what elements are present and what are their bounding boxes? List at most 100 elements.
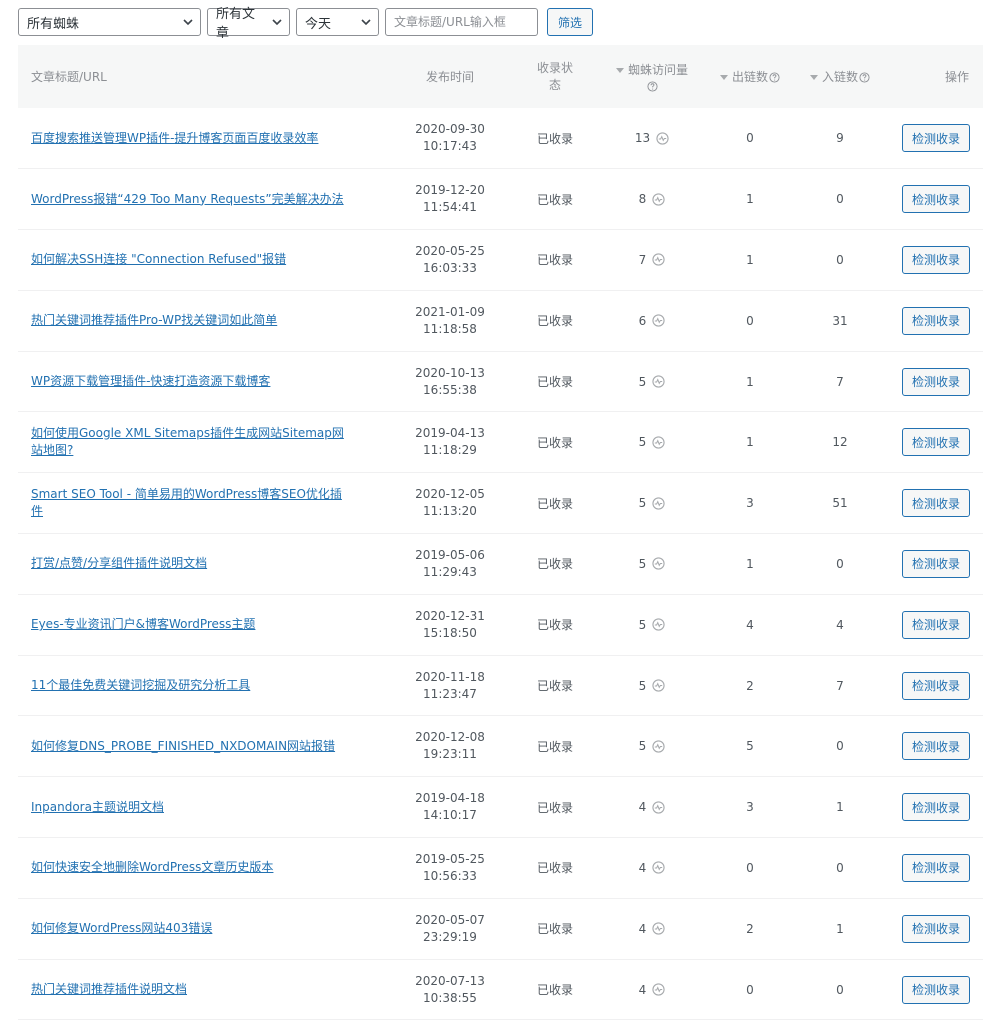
pulse-icon[interactable] xyxy=(652,193,665,206)
visit-count: 4 xyxy=(638,860,647,875)
cell-title: 如何修复WordPress网站403错误 xyxy=(18,898,390,959)
post-title-link[interactable]: WordPress报错“429 Too Many Requests”完美解决办法 xyxy=(31,192,344,206)
pulse-icon[interactable] xyxy=(652,922,665,935)
cell-outlinks: 1 xyxy=(746,374,754,389)
post-title-link[interactable]: 热门关键词推荐插件说明文档 xyxy=(31,982,187,996)
table-row: 热门关键词推荐插件Pro-WP找关键词如此简单 2021-01-09 11:18:5… xyxy=(18,290,983,352)
header-outlinks-label: 出链数 xyxy=(731,70,768,84)
table-row: 如何使用Google XML Sitemaps插件生成网站Sitemap网站地图… xyxy=(18,412,983,473)
posts-select[interactable]: 所有文章 xyxy=(207,7,290,41)
check-index-button[interactable]: 检测收录 xyxy=(902,793,970,822)
check-index-button[interactable]: 检测收录 xyxy=(902,306,970,335)
cell-inlinks: 51 xyxy=(832,496,848,511)
pulse-icon[interactable] xyxy=(652,314,665,327)
pulse-icon[interactable] xyxy=(652,375,665,388)
check-index-button[interactable]: 检测收录 xyxy=(902,428,970,457)
cell-index-status: 已收录 xyxy=(536,496,573,511)
post-title-link[interactable]: Smart SEO Tool - 简单易用的WordPress博客SEO优化插件 xyxy=(31,487,342,518)
check-index-button[interactable]: 检测收录 xyxy=(902,185,970,214)
help-icon[interactable] xyxy=(647,80,658,92)
check-index-button[interactable]: 检测收录 xyxy=(902,671,970,700)
post-title-link[interactable]: 百度搜索推送管理WP插件-提升博客页面百度收录效率 xyxy=(31,131,318,145)
spider-select[interactable]: 所有蜘蛛 xyxy=(18,8,201,36)
pulse-icon[interactable] xyxy=(652,740,665,753)
pulse-icon[interactable] xyxy=(652,618,665,631)
cell-publish-time: 2020-10-13 16:55:38 xyxy=(390,351,510,412)
cell-title: Eyes-专业资讯门户&博客WordPress主题 xyxy=(18,594,390,655)
cell-actions: 检测收录 xyxy=(884,898,983,959)
table-row: WP资源下载管理插件-快速打造资源下载博客 2020-10-13 16:55:38 已… xyxy=(18,351,983,412)
cell-index-status: 已收录 xyxy=(536,983,573,998)
time-select[interactable]: 今天 xyxy=(296,8,379,36)
pulse-icon[interactable] xyxy=(652,983,665,996)
publish-date: 2020-09-30 xyxy=(415,122,485,137)
check-index-button[interactable]: 检测收录 xyxy=(902,367,970,396)
post-title-link[interactable]: 热门关键词推荐插件Pro-WP找关键词如此简单 xyxy=(31,313,277,327)
pulse-icon[interactable] xyxy=(652,861,665,875)
check-index-button[interactable]: 检测收录 xyxy=(902,489,970,518)
publish-date: 2019-05-06 xyxy=(415,547,485,562)
publish-time: 16:03:33 xyxy=(423,260,477,275)
pulse-icon[interactable] xyxy=(652,679,665,692)
cell-index-status: 已收录 xyxy=(536,739,573,754)
cell-inlinks: 0 xyxy=(836,860,844,875)
publish-date: 2019-04-18 xyxy=(415,791,485,806)
publish-time: 11:13:20 xyxy=(423,504,477,519)
header-spider-visits[interactable]: 蜘蛛访问量 xyxy=(600,45,704,108)
cell-publish-time: 2020-05-25 16:03:33 xyxy=(390,230,510,291)
help-icon[interactable] xyxy=(769,72,780,83)
cell-index-status: 已收录 xyxy=(536,618,573,633)
pulse-icon[interactable] xyxy=(656,132,669,145)
cell-inlinks: 7 xyxy=(836,678,844,693)
post-title-link[interactable]: 如何快速安全地删除WordPress文章历史版本 xyxy=(31,860,273,874)
cell-outlinks: 1 xyxy=(746,252,754,267)
pulse-icon[interactable] xyxy=(652,557,665,571)
check-index-button[interactable]: 检测收录 xyxy=(902,914,970,943)
publish-date: 2020-12-31 xyxy=(415,608,485,623)
pulse-icon[interactable] xyxy=(652,801,665,814)
check-index-button[interactable]: 检测收录 xyxy=(902,124,970,153)
cell-index-status: 已收录 xyxy=(536,314,573,329)
table-row: Eyes-专业资讯门户&博客WordPress主题 2020-12-31 15:18… xyxy=(18,594,983,656)
check-index-button[interactable]: 检测收录 xyxy=(902,975,970,1004)
check-index-button[interactable]: 检测收录 xyxy=(902,853,970,882)
search-input[interactable] xyxy=(385,8,538,36)
check-index-button[interactable]: 检测收录 xyxy=(902,732,970,761)
post-title-link[interactable]: Eyes-专业资讯门户&博客WordPress主题 xyxy=(31,617,255,631)
filter-button[interactable]: 筛选 xyxy=(547,8,594,36)
visit-count: 5 xyxy=(638,739,647,754)
cell-publish-time: 2020-07-13 10:38:55 xyxy=(390,959,510,1020)
table-row: Smart SEO Tool - 简单易用的WordPress博客SEO优化插件… xyxy=(18,473,983,534)
header-outlinks[interactable]: 出链数 xyxy=(704,45,796,108)
cell-outlinks: 2 xyxy=(746,921,754,936)
cell-spider-visits: 5 xyxy=(600,351,704,412)
cell-publish-time: 2019-05-06 11:29:43 xyxy=(390,534,510,595)
table-row: 如何快速安全地删除WordPress文章历史版本 2019-05-25 10:56:… xyxy=(18,838,983,899)
post-title-link[interactable]: 如何修复DNS_PROBE_FINISHED_NXDOMAIN网站报错 xyxy=(31,739,335,753)
publish-date: 2019-05-25 xyxy=(415,851,485,866)
post-title-link[interactable]: 如何使用Google XML Sitemaps插件生成网站Sitemap网站地图… xyxy=(31,426,344,457)
cell-spider-visits: 5 xyxy=(600,594,704,655)
post-title-link[interactable]: 11个最佳免费关键词挖掘及研究分析工具 xyxy=(31,678,250,692)
post-title-link[interactable]: 如何修复WordPress网站403错误 xyxy=(31,921,212,935)
cell-spider-visits: 5 xyxy=(600,716,704,777)
cell-index-status: 已收录 xyxy=(536,192,573,207)
post-title-link[interactable]: 打赏/点赞/分享组件插件说明文档 xyxy=(31,556,207,570)
post-title-link[interactable]: Inpandora主题说明文档 xyxy=(31,800,164,814)
cell-actions: 检测收录 xyxy=(884,108,983,169)
check-index-button[interactable]: 检测收录 xyxy=(902,610,970,639)
cell-title: Inpandora主题说明文档 xyxy=(18,777,390,838)
cell-index-status: 已收录 xyxy=(536,557,573,572)
pulse-icon[interactable] xyxy=(652,497,665,510)
post-title-link[interactable]: WP资源下载管理插件-快速打造资源下载博客 xyxy=(31,374,270,388)
cell-publish-time: 2020-12-05 11:13:20 xyxy=(390,473,510,534)
pulse-icon[interactable] xyxy=(652,253,665,267)
header-inlinks[interactable]: 入链数 xyxy=(796,45,884,108)
check-index-button[interactable]: 检测收录 xyxy=(902,549,970,578)
pulse-icon[interactable] xyxy=(652,436,665,449)
help-icon[interactable] xyxy=(859,72,870,83)
check-index-button[interactable]: 检测收录 xyxy=(902,245,970,274)
cell-actions: 检测收录 xyxy=(884,777,983,838)
post-title-link[interactable]: 如何解决SSH连接 "Connection Refused"报错 xyxy=(31,252,286,266)
cell-outlinks: 3 xyxy=(746,800,754,815)
